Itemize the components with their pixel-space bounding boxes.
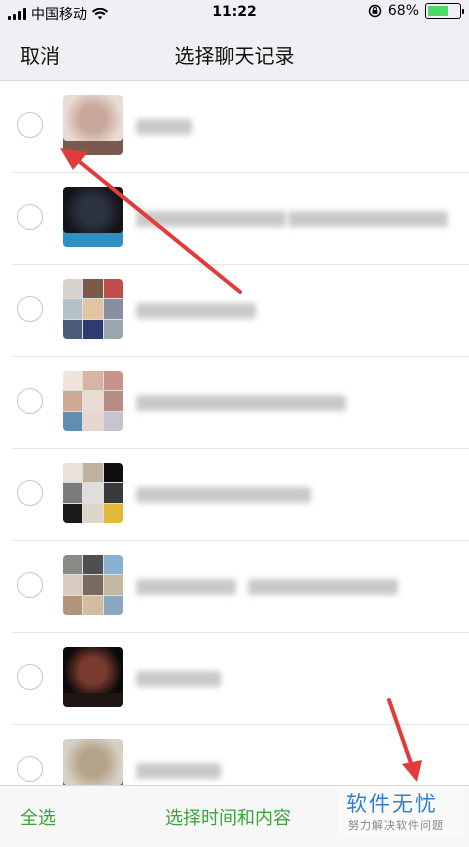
chat-name-redacted bbox=[248, 579, 398, 595]
select-radio[interactable] bbox=[17, 112, 43, 138]
battery-icon bbox=[425, 3, 464, 19]
chat-name-redacted bbox=[136, 303, 256, 319]
chat-name-redacted bbox=[136, 763, 221, 779]
chat-name-redacted bbox=[136, 211, 286, 227]
chat-list bbox=[0, 81, 469, 817]
chat-name-redacted bbox=[136, 487, 311, 503]
battery-fill bbox=[428, 6, 449, 16]
avatar bbox=[63, 647, 123, 707]
avatar bbox=[63, 371, 123, 431]
orientation-lock-icon bbox=[368, 4, 382, 18]
chat-row[interactable] bbox=[12, 541, 469, 633]
select-radio[interactable] bbox=[17, 572, 43, 598]
page-title: 选择聊天记录 bbox=[174, 44, 295, 68]
avatar bbox=[63, 187, 123, 247]
avatar bbox=[63, 95, 123, 155]
select-radio[interactable] bbox=[17, 204, 43, 230]
avatar bbox=[63, 279, 123, 339]
chat-name-redacted bbox=[136, 119, 192, 135]
chat-name-redacted bbox=[136, 671, 221, 687]
chat-row[interactable] bbox=[12, 633, 469, 725]
status-bar-right: 68% bbox=[368, 3, 464, 19]
chat-name-redacted bbox=[288, 211, 448, 227]
select-all-button[interactable]: 全选 bbox=[20, 804, 56, 830]
chat-name-redacted bbox=[136, 579, 236, 595]
avatar bbox=[63, 463, 123, 523]
select-time-content-button[interactable]: 选择时间和内容 bbox=[165, 804, 291, 830]
nav-bar: 取消 选择聊天记录 bbox=[0, 26, 469, 81]
watermark-sub: 努力解决软件问题 bbox=[348, 819, 444, 832]
chat-row[interactable] bbox=[12, 81, 469, 173]
watermark: 软件无忧 努力解决软件问题 bbox=[338, 786, 464, 838]
chat-row[interactable] bbox=[12, 173, 469, 265]
chat-row[interactable] bbox=[12, 265, 469, 357]
select-radio[interactable] bbox=[17, 756, 43, 782]
select-radio[interactable] bbox=[17, 388, 43, 414]
status-bar: 中国移动 11:22 68% bbox=[0, 0, 469, 26]
battery-percent: 68% bbox=[387, 3, 419, 19]
avatar bbox=[63, 555, 123, 615]
chat-row[interactable] bbox=[12, 357, 469, 449]
chat-name-redacted bbox=[136, 395, 346, 411]
watermark-main: 软件无忧 bbox=[346, 792, 438, 816]
chat-row[interactable] bbox=[12, 449, 469, 541]
select-radio[interactable] bbox=[17, 296, 43, 322]
select-radio[interactable] bbox=[17, 480, 43, 506]
select-radio[interactable] bbox=[17, 664, 43, 690]
